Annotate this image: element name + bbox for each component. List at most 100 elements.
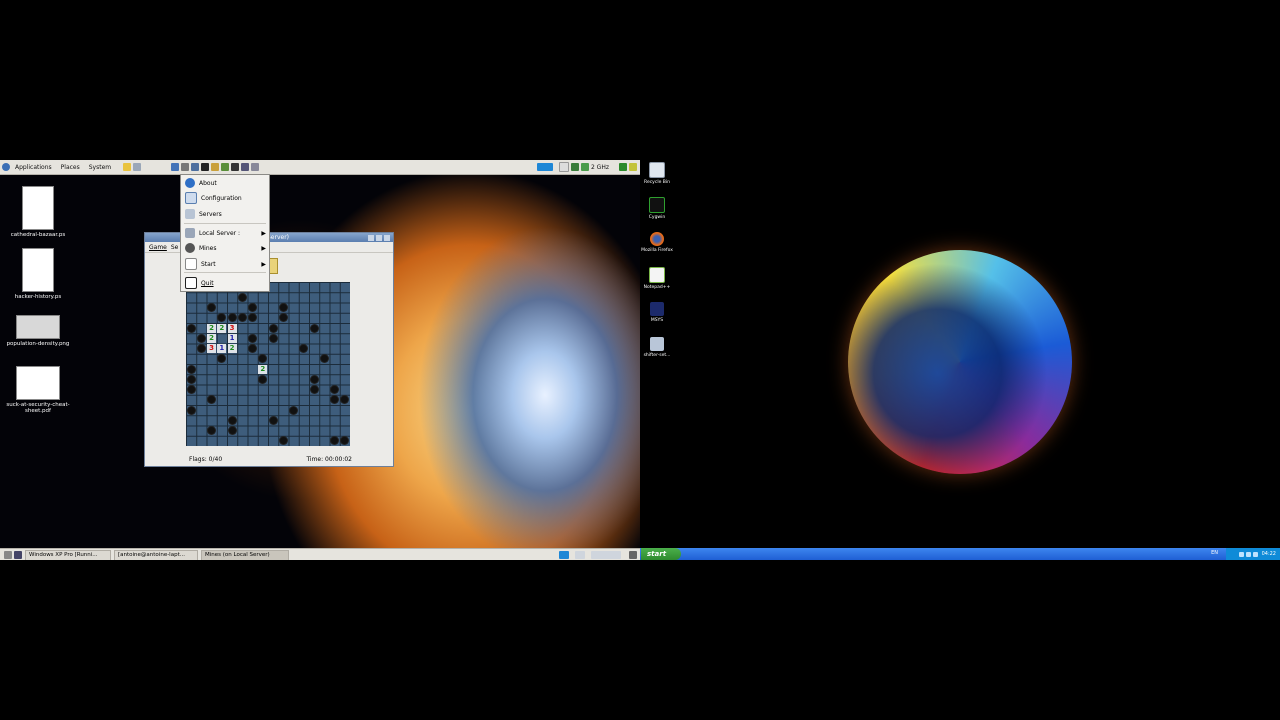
menu-places[interactable]: Places [61, 164, 80, 171]
menu-item-quit[interactable]: Quit [181, 277, 269, 289]
menu-game[interactable]: Game [149, 244, 167, 251]
submenu-arrow-icon: ▶ [261, 244, 266, 252]
minimize-icon[interactable] [368, 234, 374, 241]
desktop-icon-shifter[interactable]: shifter-set... [640, 337, 674, 358]
desktop-file-cathedral-bazaar[interactable]: cathedral-bazaar.ps [3, 186, 73, 238]
mine-icon [310, 386, 318, 394]
network-icon[interactable] [570, 163, 579, 171]
language-indicator[interactable]: EN [1211, 550, 1218, 556]
desktop-icon-recycle-bin[interactable]: Recycle Bin [640, 162, 674, 185]
gnome-foot-icon[interactable] [2, 163, 10, 171]
cygwin-icon [649, 197, 665, 213]
mine-icon [269, 416, 277, 424]
tray-icon[interactable] [1245, 551, 1251, 557]
gnome-top-panel: Applications Places System 2 GHz [0, 160, 640, 175]
mine-icon [185, 243, 195, 253]
revealed-cell-number[interactable]: 3 [227, 323, 237, 333]
tray-icon[interactable] [1252, 551, 1258, 557]
launcher-icon[interactable] [171, 163, 180, 171]
menu-item-servers[interactable]: Servers [181, 208, 269, 220]
launcher-icon-6[interactable] [221, 163, 230, 171]
mine-icon [187, 365, 195, 373]
launcher-icon-8[interactable] [241, 163, 250, 171]
desktop-icon-cygwin[interactable]: Cygwin [640, 197, 674, 220]
xp-taskbar: start EN 04:22 [640, 548, 1280, 560]
menu-item-start[interactable]: Start ▶ [181, 258, 269, 270]
update-icon[interactable] [619, 163, 627, 171]
workspace-1[interactable] [559, 551, 569, 559]
mine-icon [187, 386, 195, 394]
revealed-cell-number[interactable]: 2 [207, 333, 217, 343]
launcher-icon-2[interactable] [181, 163, 190, 171]
mines-statusbar: Flags: 0/40 Time: 00:00:02 [145, 452, 393, 466]
workspace-switcher[interactable] [536, 163, 553, 171]
menu-applications[interactable]: Applications [15, 164, 52, 171]
mine-icon [269, 334, 277, 342]
mine-icon [187, 375, 195, 383]
show-desktop-icon[interactable] [4, 551, 12, 559]
mine-icon [187, 406, 195, 414]
tray-icon-2[interactable] [629, 163, 637, 171]
start-button[interactable]: start [641, 548, 681, 560]
folder-icon[interactable] [123, 163, 132, 171]
firefox-wallpaper-logo [848, 250, 1072, 474]
launcher-icon-7[interactable] [231, 163, 240, 171]
revealed-cell-number[interactable]: 1 [217, 344, 227, 354]
battery-icon[interactable] [580, 163, 589, 171]
system-tray: 04:22 [1226, 548, 1280, 560]
mine-icon [228, 314, 236, 322]
task-terminal[interactable]: [antoine@antoine-lapt... [114, 549, 198, 560]
workspace-3[interactable] [591, 551, 621, 559]
revealed-cell-number[interactable]: 2 [227, 344, 237, 354]
task-windows-xp[interactable]: Windows XP Pro [Runni... [25, 549, 111, 560]
trash-icon[interactable] [629, 551, 637, 559]
desktop-file-security-cheat-sheet[interactable]: suck-at-security-cheat-sheet.pdf [3, 366, 73, 414]
launcher-icon-5[interactable] [211, 163, 220, 171]
launcher-icon-9[interactable] [251, 163, 260, 171]
menu-item-configuration[interactable]: Configuration [181, 192, 269, 204]
mine-icon [269, 324, 277, 332]
desktop-file-hacker-history[interactable]: hacker-history.ps [3, 248, 73, 300]
tray-icon[interactable] [1238, 551, 1244, 557]
window-title: Server) [267, 234, 290, 241]
minefield-board[interactable]: 223213122 [186, 282, 350, 446]
submenu-arrow-icon: ▶ [261, 260, 266, 268]
menu-item-about[interactable]: About [181, 177, 269, 189]
launcher-icon-3[interactable] [191, 163, 200, 171]
launcher-icon-4[interactable] [201, 163, 210, 171]
menu-item-mines[interactable]: Mines ▶ [181, 242, 269, 254]
tray-icon[interactable] [558, 162, 569, 172]
time-counter: Time: 00:00:02 [306, 455, 352, 463]
menu-settings[interactable]: Se [171, 244, 179, 251]
msys-icon [650, 302, 664, 316]
submenu-arrow-icon: ▶ [261, 229, 266, 237]
mine-icon [290, 406, 298, 414]
flags-counter: Flags: 0/40 [189, 455, 223, 463]
desktop-file-population-density[interactable]: population-density.png [3, 315, 73, 347]
revealed-cell-number[interactable]: 3 [207, 344, 217, 354]
revealed-cell-number[interactable]: 1 [227, 333, 237, 343]
menu-system[interactable]: System [89, 164, 111, 171]
desktop-icon-notepadpp[interactable]: Notepad++ [640, 267, 674, 290]
desktop-icon-firefox[interactable]: Mozilla Firefox [640, 232, 674, 253]
notepadpp-icon [649, 267, 665, 283]
mines-popup-menu: About Configuration Servers Local Server… [180, 174, 270, 292]
mine-icon [187, 324, 195, 332]
close-icon[interactable] [384, 234, 390, 241]
gnome-bottom-panel: Windows XP Pro [Runni... [antoine@antoin… [0, 548, 640, 560]
maximize-icon[interactable] [376, 234, 382, 241]
window-icon[interactable] [133, 163, 142, 171]
workspace-2[interactable] [575, 551, 585, 559]
mine-icon [228, 427, 236, 435]
launcher-icon[interactable] [14, 551, 22, 559]
windows-xp-desktop: Recycle Bin Cygwin Mozilla Firefox Notep… [640, 160, 1280, 560]
desktop-icon-msys[interactable]: MSYS [640, 302, 674, 323]
revealed-cell-number[interactable]: 2 [217, 323, 227, 333]
pdf-icon [16, 366, 60, 400]
task-mines[interactable]: Mines (on Local Server) [201, 549, 289, 560]
mine-icon [279, 304, 287, 312]
revealed-cell-number[interactable]: 2 [258, 364, 268, 374]
cpu-frequency: 2 GHz [590, 163, 609, 171]
menu-item-local-server[interactable]: Local Server : ▶ [181, 227, 269, 239]
revealed-cell-number[interactable]: 2 [207, 323, 217, 333]
